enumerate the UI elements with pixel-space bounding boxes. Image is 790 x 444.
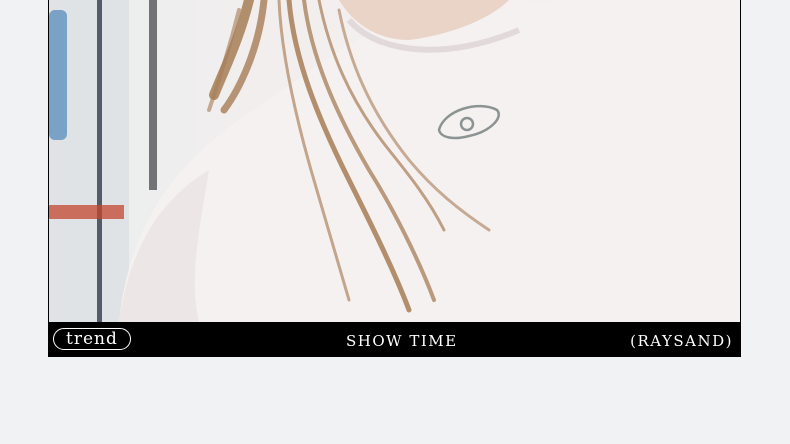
background-sign <box>49 10 67 140</box>
caption-bar: trend SHOW TIME (RAYSAND) <box>48 322 741 357</box>
photo-illustration <box>49 0 740 322</box>
background-red-band <box>49 205 124 219</box>
background-pole <box>149 0 157 190</box>
trend-badge: trend <box>53 328 131 350</box>
caption-title: SHOW TIME <box>346 332 458 350</box>
brand-label: (RAYSAND) <box>630 332 733 350</box>
product-photo <box>49 0 740 322</box>
photo-frame: trend SHOW TIME (RAYSAND) <box>48 0 741 357</box>
background-strap <box>97 0 102 322</box>
